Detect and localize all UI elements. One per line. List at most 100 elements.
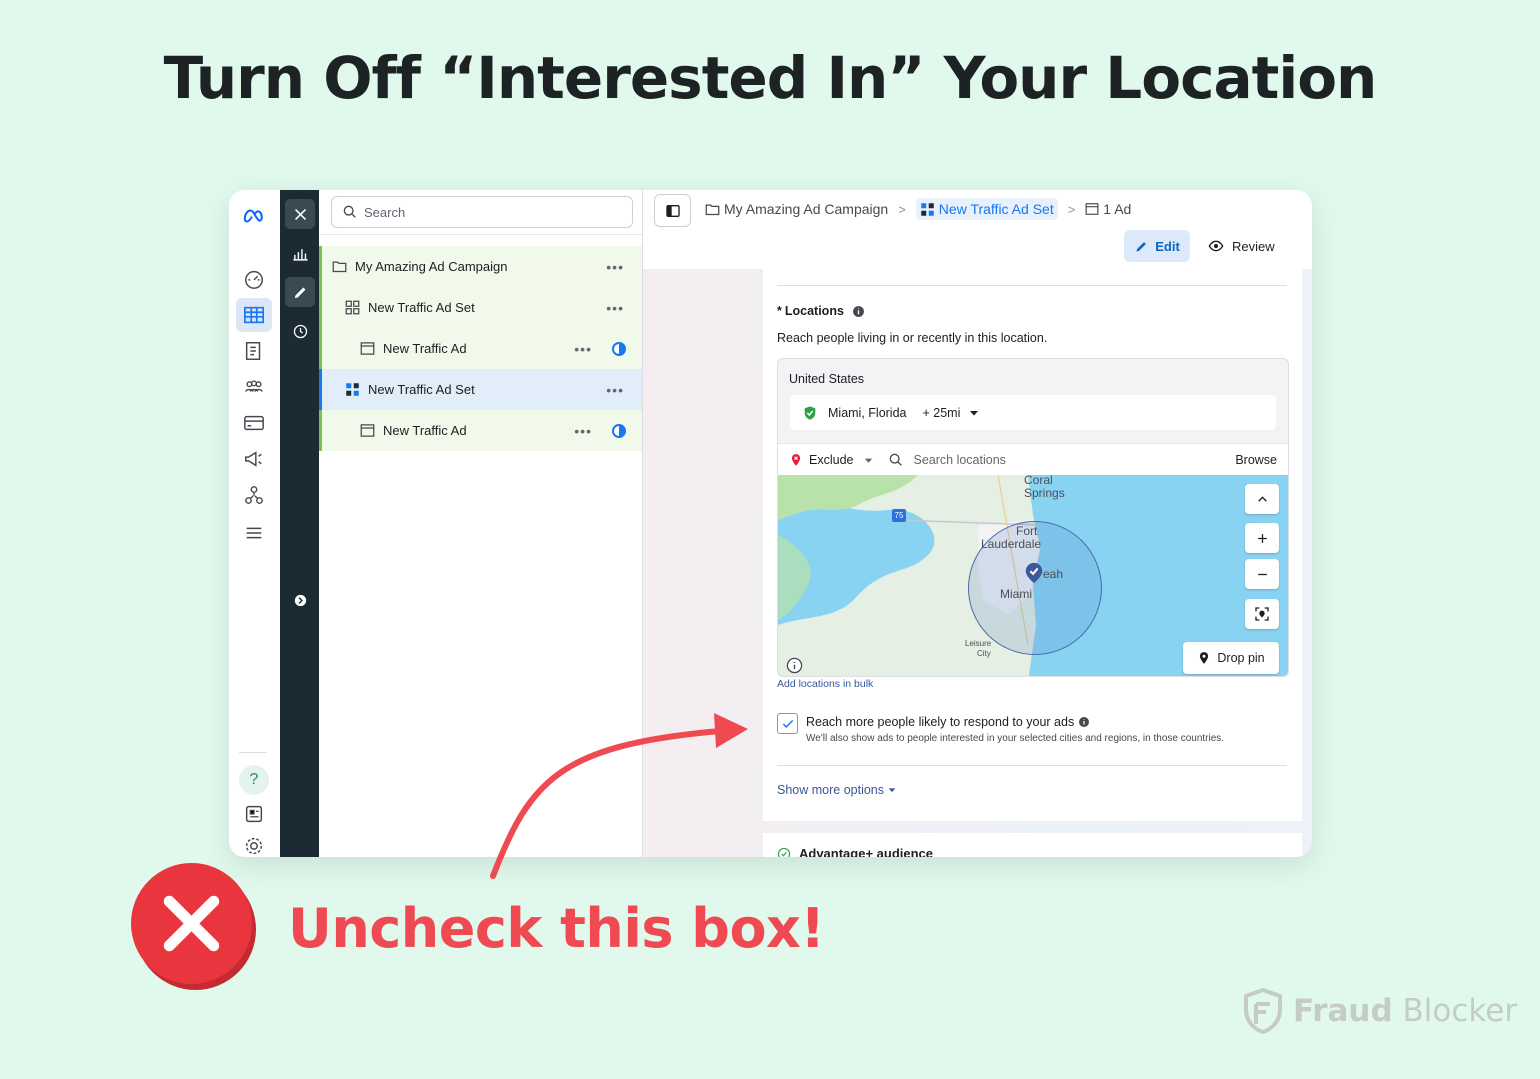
check-circle-icon bbox=[777, 847, 791, 857]
add-locations-bulk-link[interactable]: Add locations in bulk bbox=[777, 678, 873, 690]
breadcrumb-campaign-label: My Amazing Ad Campaign bbox=[724, 201, 889, 217]
review-button-label: Review bbox=[1232, 238, 1275, 254]
tree-row-adset[interactable]: New Traffic Ad Set ••• bbox=[319, 287, 642, 328]
breadcrumb-ad[interactable]: 1 Ad bbox=[1085, 201, 1131, 217]
breadcrumb: My Amazing Ad Campaign > New Traffic Ad … bbox=[705, 198, 1131, 220]
caret-down-icon[interactable] bbox=[863, 455, 874, 466]
advantage-audience-title: Advantage+ audience bbox=[799, 846, 934, 857]
ads-manager-screenshot: ? Search My Amazing Ad Campaign ••• New … bbox=[229, 190, 1312, 857]
edit-button[interactable]: Edit bbox=[1124, 230, 1190, 262]
reach-more-label-text: Reach more people likely to respond to y… bbox=[806, 715, 1075, 729]
search-locations-input[interactable]: Search locations bbox=[913, 453, 1235, 467]
billing-card-icon[interactable] bbox=[242, 411, 266, 435]
toggle-sidebar-button[interactable] bbox=[654, 194, 691, 227]
events-manager-icon[interactable] bbox=[242, 483, 266, 507]
more-options-icon[interactable]: ••• bbox=[606, 382, 624, 398]
ad-set-editor: My Amazing Ad Campaign > New Traffic Ad … bbox=[643, 190, 1312, 857]
menu-hamburger-icon[interactable] bbox=[242, 521, 266, 545]
pages-icon[interactable] bbox=[242, 339, 266, 363]
eye-icon bbox=[1208, 240, 1224, 252]
meta-logo-icon[interactable] bbox=[242, 204, 266, 228]
caret-down-icon[interactable] bbox=[968, 407, 980, 419]
info-icon[interactable] bbox=[1078, 716, 1090, 728]
selected-location-pill[interactable]: Miami, Florida + 25mi bbox=[790, 395, 1276, 430]
more-options-icon[interactable]: ••• bbox=[574, 341, 592, 357]
adset-grid-icon bbox=[921, 202, 934, 216]
chevron-up-icon bbox=[1257, 495, 1267, 502]
edit-pencil-icon[interactable] bbox=[285, 277, 315, 307]
ad-window-icon bbox=[360, 341, 375, 356]
ads-manager-table-icon[interactable] bbox=[242, 303, 266, 327]
edit-button-label: Edit bbox=[1155, 238, 1180, 254]
map-info-icon[interactable] bbox=[786, 657, 803, 674]
browse-link[interactable]: Browse bbox=[1235, 453, 1277, 467]
more-options-icon[interactable]: ••• bbox=[606, 300, 624, 316]
required-mark: * bbox=[777, 304, 782, 318]
dashboard-gauge-icon[interactable] bbox=[242, 267, 266, 291]
expand-chevron-icon[interactable] bbox=[285, 585, 315, 615]
help-icon[interactable]: ? bbox=[239, 765, 269, 795]
history-clock-icon[interactable] bbox=[285, 316, 315, 346]
map-label-lauderdale: Lauderdale bbox=[981, 537, 1042, 551]
map-label-leisure: Leisure bbox=[965, 639, 992, 648]
tree-row-label: New Traffic Ad bbox=[383, 423, 467, 438]
more-options-icon[interactable]: ••• bbox=[574, 423, 592, 439]
breadcrumb-adset[interactable]: New Traffic Ad Set bbox=[915, 198, 1058, 220]
audiences-icon[interactable] bbox=[242, 375, 266, 399]
tree-row-campaign[interactable]: My Amazing Ad Campaign ••• bbox=[319, 246, 642, 287]
review-button[interactable]: Review bbox=[1208, 230, 1275, 262]
tree-search-input[interactable]: Search bbox=[331, 196, 633, 228]
search-icon bbox=[890, 453, 903, 466]
checkmark-icon bbox=[782, 719, 793, 728]
megaphone-icon[interactable] bbox=[242, 447, 266, 471]
editor-tool-rail bbox=[280, 190, 319, 857]
breadcrumb-campaign[interactable]: My Amazing Ad Campaign bbox=[705, 201, 888, 217]
red-x-icon bbox=[131, 863, 252, 984]
breadcrumb-separator: > bbox=[898, 201, 906, 217]
radius-dropdown[interactable]: + 25mi bbox=[923, 406, 961, 420]
drop-pin-button[interactable]: Drop pin bbox=[1183, 642, 1279, 674]
show-more-label: Show more options bbox=[777, 783, 885, 797]
recenter-button[interactable] bbox=[1245, 599, 1279, 629]
card-divider bbox=[777, 285, 1287, 286]
location-pin-icon bbox=[1025, 562, 1043, 584]
tree-row-label: New Traffic Ad Set bbox=[368, 382, 475, 397]
advantage-audience-card: Advantage+ audience bbox=[763, 833, 1302, 857]
recenter-target-icon bbox=[1255, 607, 1269, 621]
zoom-in-button[interactable] bbox=[1245, 523, 1279, 553]
zoom-out-button[interactable] bbox=[1245, 559, 1279, 589]
editor-topbar: My Amazing Ad Campaign > New Traffic Ad … bbox=[643, 190, 1312, 269]
tree-divider bbox=[319, 234, 642, 235]
sidebar-toggle-icon bbox=[665, 204, 680, 217]
location-map[interactable]: 75 Coral Springs Fort Lauderdale eah Mia… bbox=[778, 475, 1288, 676]
map-collapse-button[interactable] bbox=[1245, 484, 1279, 514]
folder-icon bbox=[332, 259, 347, 274]
bar-chart-icon[interactable] bbox=[285, 238, 315, 268]
page-headline: Turn Off “Interested In” Your Location bbox=[163, 44, 1378, 112]
reach-more-checkbox[interactable] bbox=[777, 713, 798, 734]
annotation-callout: Uncheck this box! bbox=[288, 897, 825, 960]
advantage-audience-heading[interactable]: Advantage+ audience bbox=[777, 846, 933, 857]
tree-row-label: New Traffic Ad bbox=[383, 341, 467, 356]
search-icon bbox=[343, 205, 356, 218]
close-icon[interactable] bbox=[285, 199, 315, 229]
map-pin-icon bbox=[1200, 652, 1209, 664]
more-options-icon[interactable]: ••• bbox=[606, 259, 624, 275]
caret-down-icon bbox=[888, 788, 896, 793]
tree-row-label: My Amazing Ad Campaign bbox=[355, 259, 508, 274]
tree-search-placeholder: Search bbox=[364, 204, 406, 220]
show-more-options-link[interactable]: Show more options bbox=[777, 783, 897, 797]
tree-row-ad[interactable]: New Traffic Ad ••• bbox=[319, 410, 642, 451]
settings-gear-icon[interactable] bbox=[242, 834, 266, 857]
news-icon[interactable] bbox=[242, 802, 266, 826]
tree-row-ad[interactable]: New Traffic Ad ••• bbox=[319, 328, 642, 369]
info-icon[interactable] bbox=[852, 305, 865, 318]
tree-row-adset-selected[interactable]: New Traffic Ad Set ••• bbox=[319, 369, 642, 410]
rail-divider bbox=[239, 752, 267, 753]
meta-nav-rail: ? bbox=[229, 190, 280, 857]
shield-check-icon bbox=[804, 405, 816, 420]
locations-subtitle: Reach people living in or recently in th… bbox=[777, 331, 1048, 345]
ad-window-icon bbox=[1085, 203, 1099, 215]
locations-card: * Locations Reach people living in or re… bbox=[763, 269, 1302, 821]
exclude-dropdown[interactable]: Exclude bbox=[809, 453, 853, 467]
